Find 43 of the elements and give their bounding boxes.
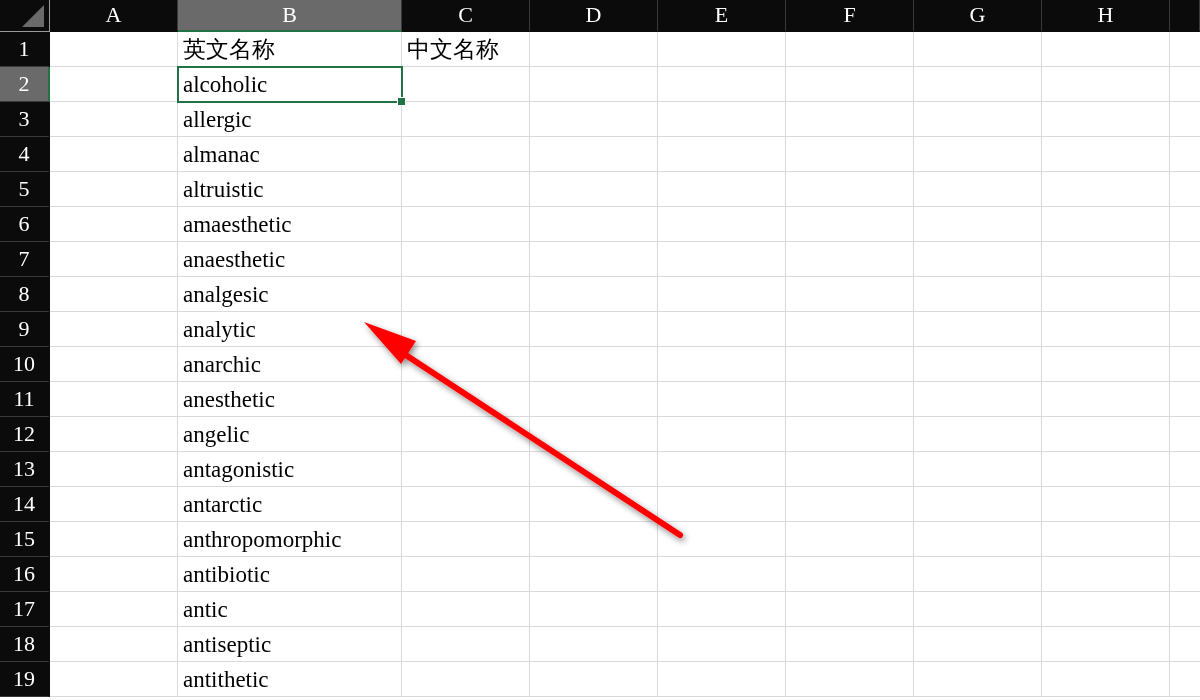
row-header[interactable]: 2 xyxy=(0,67,50,102)
row-header[interactable]: 6 xyxy=(0,207,50,242)
table-cell-text: altruistic xyxy=(182,175,265,204)
table-cell-text: anaesthetic xyxy=(182,245,287,274)
row-header[interactable]: 17 xyxy=(0,592,50,627)
row-header[interactable]: 10 xyxy=(0,347,50,382)
table-cell-text: analgesic xyxy=(182,280,270,309)
row-header[interactable]: 9 xyxy=(0,312,50,347)
table-cell-text: antagonistic xyxy=(182,455,296,484)
table-cell-text: allergic xyxy=(182,105,253,134)
table-cell-text: amaesthetic xyxy=(182,210,293,239)
table-cell-text: anesthetic xyxy=(182,385,276,414)
table-cell-text: analytic xyxy=(182,315,257,344)
table-cell-text: anarchic xyxy=(182,350,262,379)
row-header[interactable]: 19 xyxy=(0,662,50,697)
row-header[interactable]: 11 xyxy=(0,382,50,417)
row-header[interactable]: 16 xyxy=(0,557,50,592)
active-cell[interactable]: alcoholic xyxy=(178,67,402,102)
row-header[interactable]: 13 xyxy=(0,452,50,487)
row-header[interactable]: 5 xyxy=(0,172,50,207)
table-cell-text: anthropomorphic xyxy=(182,525,343,554)
corner-triangle-icon xyxy=(22,5,44,27)
table-cell-text: antibiotic xyxy=(182,560,271,589)
row-header[interactable]: 4 xyxy=(0,137,50,172)
table-cell-text: 英文名称 xyxy=(182,36,276,64)
table-cell-text: angelic xyxy=(182,420,251,449)
row-header[interactable]: 18 xyxy=(0,627,50,662)
row-header[interactable]: 8 xyxy=(0,277,50,312)
column-header[interactable]: B xyxy=(178,0,402,32)
row-header[interactable]: 1 xyxy=(0,32,50,67)
row-header[interactable]: 12 xyxy=(0,417,50,452)
table-cell-text: almanac xyxy=(182,140,261,169)
row-header[interactable]: 7 xyxy=(0,242,50,277)
table-cell-text: antiseptic xyxy=(182,630,273,659)
table-cell-text: 中文名称 xyxy=(406,36,500,64)
table-cell-text: antithetic xyxy=(182,665,270,694)
fill-handle[interactable] xyxy=(397,97,406,106)
table-cell-text: antarctic xyxy=(182,490,264,519)
select-all-corner[interactable] xyxy=(0,0,50,32)
row-header[interactable]: 14 xyxy=(0,487,50,522)
table-cell-text: antic xyxy=(182,595,229,624)
row-header[interactable]: 3 xyxy=(0,102,50,137)
row-header[interactable]: 15 xyxy=(0,522,50,557)
